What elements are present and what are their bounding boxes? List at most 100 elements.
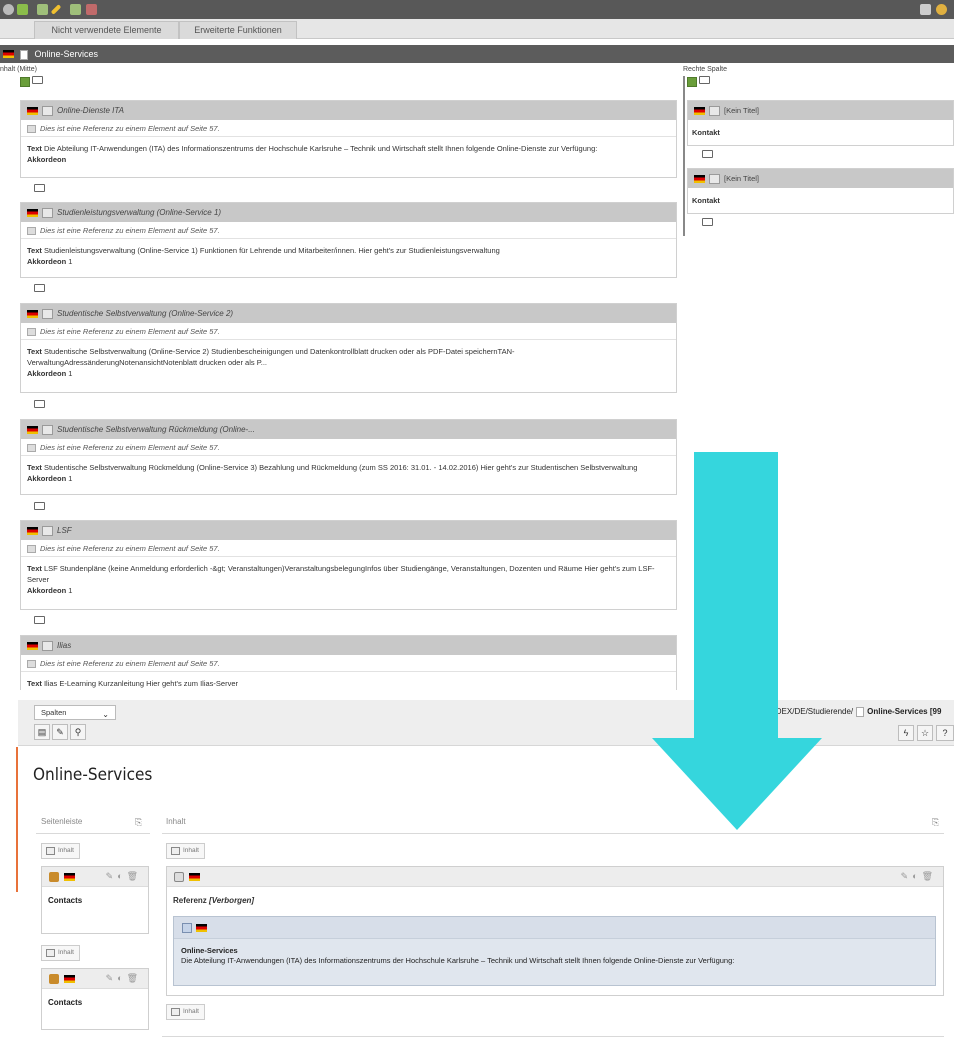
content-element[interactable]: Studienleistungsverwaltung (Online-Servi… bbox=[20, 202, 677, 278]
reference-note: Dies ist eine Referenz zu einem Element … bbox=[40, 226, 220, 235]
content-element[interactable]: Ilias Dies ist eine Referenz zu einem El… bbox=[20, 635, 677, 690]
old-page-header: Online-Services bbox=[0, 45, 954, 63]
new-content-icon[interactable] bbox=[20, 76, 30, 87]
reference-icon bbox=[27, 125, 36, 134]
folder-icon[interactable] bbox=[34, 502, 45, 510]
arrow-down-shaft bbox=[694, 452, 778, 740]
content-element-icon bbox=[709, 174, 720, 185]
content-element-icon bbox=[42, 525, 53, 536]
card-actions[interactable]: ✎◐🗑 bbox=[106, 973, 142, 984]
edit-column-icon[interactable]: ⎘ bbox=[932, 817, 939, 828]
content-element[interactable]: Studentische Selbstverwaltung Rückmeldun… bbox=[20, 419, 677, 495]
add-content-label: Inhalt bbox=[183, 847, 199, 854]
new-record-icon[interactable] bbox=[17, 4, 28, 15]
flag-de-icon bbox=[27, 106, 38, 115]
hidden-badge: [Verborgen] bbox=[209, 896, 255, 905]
star-icon[interactable]: ☆ bbox=[917, 725, 933, 741]
old-toolbar bbox=[0, 0, 954, 19]
help-icon[interactable]: ? bbox=[936, 725, 954, 741]
element-body: Kontakt bbox=[688, 188, 953, 213]
flag-de-icon bbox=[64, 873, 75, 881]
akkordeon-value: 1 bbox=[68, 257, 73, 266]
text-label: Text bbox=[27, 564, 42, 573]
lightning-icon[interactable]: ϟ bbox=[898, 725, 914, 741]
breadcrumb: NDEX/DE/Studierende/Online-Services [99 bbox=[770, 707, 941, 717]
page-title: Online-Services bbox=[33, 765, 153, 785]
edit-pencil-icon[interactable] bbox=[50, 4, 62, 15]
folder-icon[interactable] bbox=[702, 218, 713, 226]
card-title: Contacts bbox=[48, 896, 83, 905]
right-content-element[interactable]: [Kein Titel] Kontakt bbox=[687, 168, 954, 214]
add-content-label: Inhalt bbox=[183, 1008, 199, 1015]
content-card[interactable]: ✎◐🗑 Contacts bbox=[41, 866, 149, 934]
folder-icon[interactable] bbox=[34, 284, 45, 292]
view-icon[interactable] bbox=[920, 4, 931, 15]
view-page-icon[interactable]: ▤ bbox=[34, 724, 50, 740]
divider bbox=[162, 1036, 944, 1037]
flag-de-icon bbox=[189, 873, 200, 881]
right-column-label: Rechte Spalte bbox=[683, 66, 727, 73]
tab-advanced-functions[interactable]: Erweiterte Funktionen bbox=[179, 21, 297, 39]
akkordeon-label: Akkordeon bbox=[27, 257, 67, 266]
divider bbox=[36, 833, 150, 834]
user-icon[interactable] bbox=[936, 4, 947, 15]
reference-note: Dies ist eine Referenz zu einem Element … bbox=[40, 544, 220, 553]
old-tab-bar: Nicht verwendete Elemente Erweiterte Fun… bbox=[0, 19, 954, 39]
add-content-icon bbox=[171, 847, 180, 855]
reference-icon bbox=[27, 660, 36, 669]
divider bbox=[162, 833, 944, 834]
add-content-icon bbox=[46, 949, 55, 957]
akkordeon-value: 1 bbox=[68, 369, 73, 378]
text-element-icon bbox=[182, 923, 192, 933]
add-content-button[interactable]: Inhalt bbox=[41, 843, 80, 859]
element-body: LSF Stundenpläne (keine Anmeldung erford… bbox=[27, 564, 655, 584]
content-element-icon bbox=[42, 640, 53, 651]
view-mode-select[interactable]: Spalten ⌄ bbox=[34, 705, 116, 720]
help-icon[interactable] bbox=[3, 4, 14, 15]
card-actions[interactable]: ✎◐🗑 bbox=[106, 871, 142, 882]
referenced-element[interactable]: Online-Services Die Abteilung IT-Anwendun… bbox=[173, 916, 936, 986]
flag-de-icon bbox=[694, 175, 705, 184]
content-card[interactable]: ✎◐🗑 Contacts bbox=[41, 968, 149, 1030]
element-body: Kontakt bbox=[688, 120, 953, 145]
reference-label: Referenz bbox=[173, 896, 207, 905]
page-icon bbox=[856, 707, 865, 717]
folder-icon[interactable] bbox=[34, 400, 45, 408]
new-content-icon[interactable] bbox=[37, 4, 48, 15]
referenced-title: Online-Services bbox=[181, 946, 238, 955]
text-label: Text bbox=[27, 144, 42, 153]
akkordeon-label: Akkordeon bbox=[27, 474, 67, 483]
edit-column-icon[interactable]: ⎘ bbox=[135, 817, 142, 828]
add-content-button[interactable]: Inhalt bbox=[41, 945, 80, 961]
search-icon[interactable]: ⚲ bbox=[70, 724, 86, 740]
right-content-element[interactable]: [Kein Titel] Kontakt bbox=[687, 100, 954, 146]
add-content-label: Inhalt bbox=[58, 949, 74, 956]
add-content-button[interactable]: Inhalt bbox=[166, 1004, 205, 1020]
tab-unused-elements[interactable]: Nicht verwendete Elemente bbox=[34, 21, 179, 39]
new-page-icon[interactable] bbox=[70, 4, 81, 15]
breadcrumb-path[interactable]: NDEX/DE/Studierende/ bbox=[770, 707, 853, 716]
left-column-actions bbox=[20, 76, 44, 87]
add-content-icon bbox=[46, 847, 55, 855]
content-element[interactable]: Studentische Selbstverwaltung (Online-Se… bbox=[20, 303, 677, 393]
content-element-icon bbox=[42, 105, 53, 116]
folder-icon[interactable] bbox=[702, 150, 713, 158]
card-actions[interactable]: ✎◐🗑 bbox=[901, 871, 937, 882]
page-properties-icon[interactable] bbox=[86, 4, 97, 15]
folder-icon[interactable] bbox=[32, 76, 44, 84]
text-label: Text bbox=[27, 463, 42, 472]
new-content-icon[interactable] bbox=[687, 76, 697, 87]
content-element[interactable]: Online-Dienste ITA Dies ist eine Referen… bbox=[20, 100, 677, 178]
folder-icon[interactable] bbox=[34, 184, 45, 192]
akkordeon-label: Akkordeon bbox=[27, 586, 67, 595]
flag-de-icon bbox=[27, 526, 38, 535]
folder-icon[interactable] bbox=[699, 76, 711, 84]
edit-page-icon[interactable]: ✎ bbox=[52, 724, 68, 740]
chevron-down-icon: ⌄ bbox=[102, 710, 109, 719]
content-element[interactable]: LSF Dies ist eine Referenz zu einem Elem… bbox=[20, 520, 677, 610]
reference-icon bbox=[27, 545, 36, 554]
content-element-icon bbox=[42, 308, 53, 319]
folder-icon[interactable] bbox=[34, 616, 45, 624]
akkordeon-value: 1 bbox=[68, 474, 73, 483]
add-content-button[interactable]: Inhalt bbox=[166, 843, 205, 859]
